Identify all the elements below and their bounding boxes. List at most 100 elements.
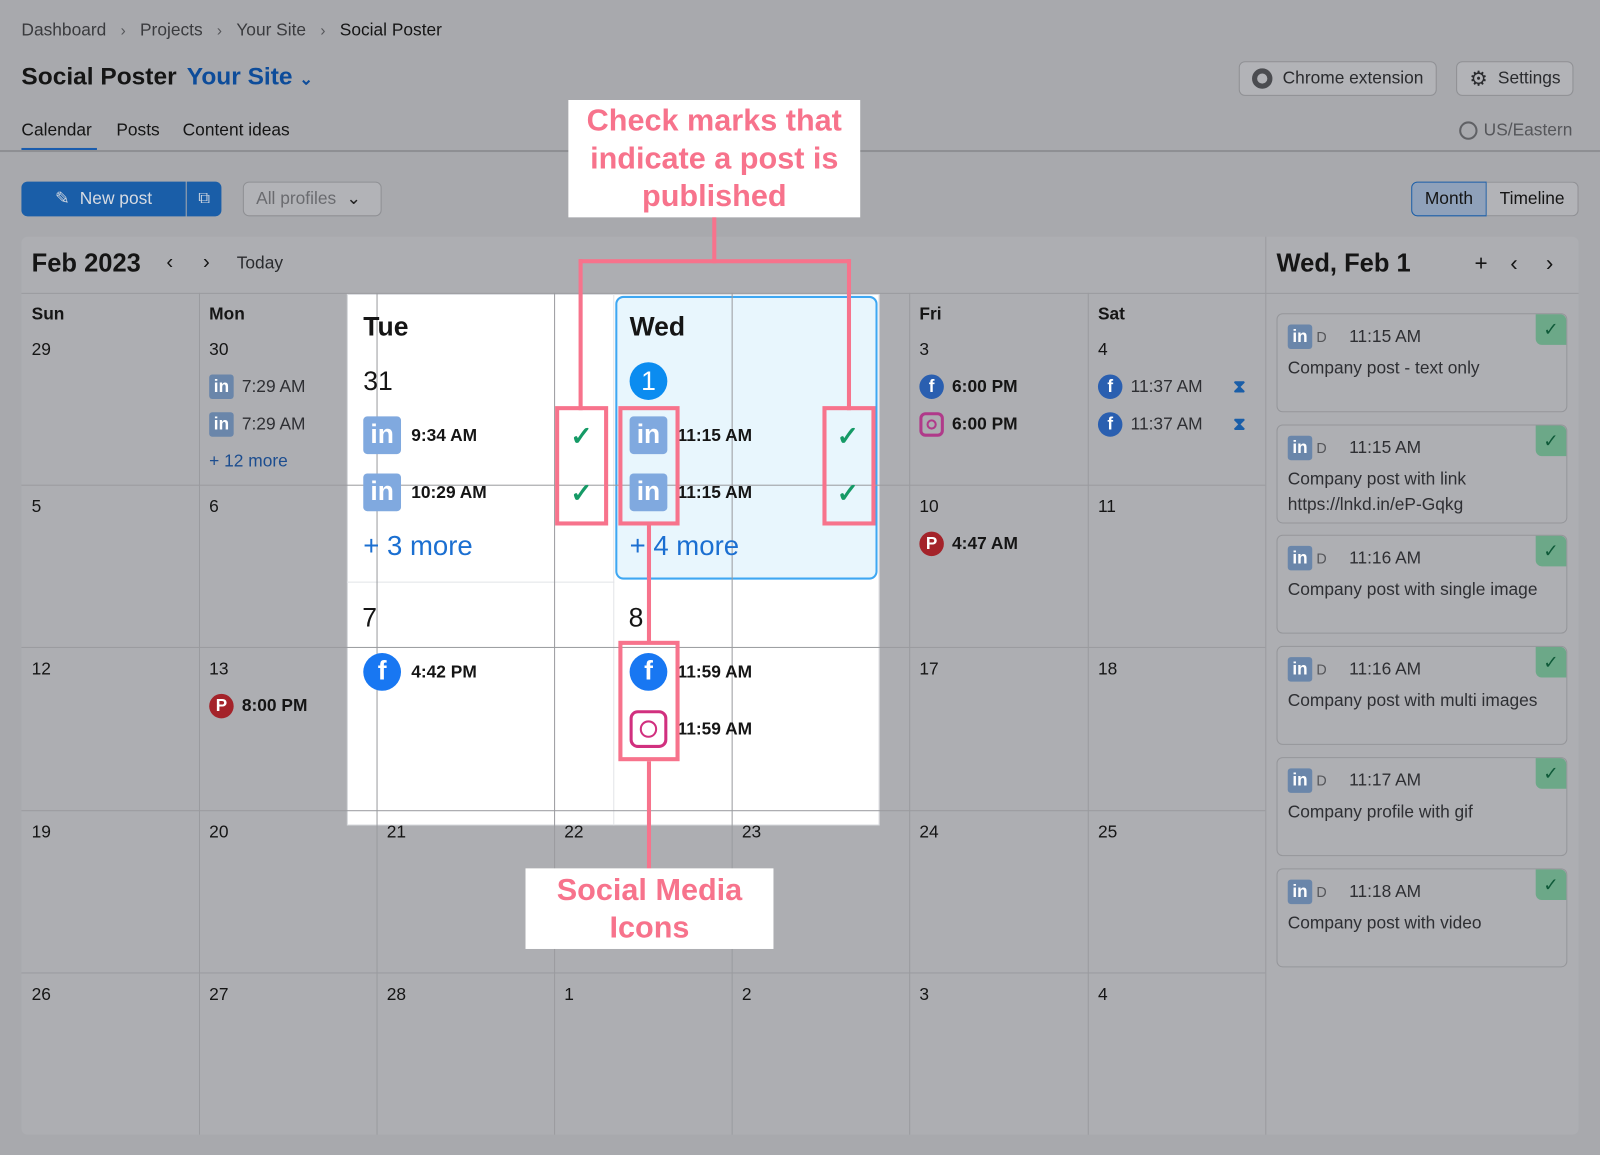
- calendar-post[interactable]: P 8:00 PM: [209, 693, 307, 719]
- popout-date[interactable]: 8: [629, 602, 644, 634]
- tab-posts[interactable]: Posts: [116, 120, 159, 140]
- day-cell-date[interactable]: 24: [919, 822, 938, 842]
- linkedin-icon: in: [1287, 657, 1313, 682]
- project-selector[interactable]: Your Site ⌄: [187, 63, 313, 92]
- published-check-icon: ✓: [1535, 757, 1567, 789]
- popout-date[interactable]: 31: [363, 365, 393, 397]
- popout-post[interactable]: in 10:29 AM: [363, 473, 487, 512]
- view-month-button[interactable]: Month: [1411, 181, 1487, 217]
- popout-col-divider: [613, 293, 615, 826]
- profiles-dropdown[interactable]: All profiles ⌄: [242, 181, 382, 217]
- grid-row-line: [21, 810, 1266, 812]
- today-date-badge[interactable]: 1: [629, 362, 668, 400]
- side-post-card[interactable]: in D 11:15 AM Company post with link https:…: [1276, 424, 1568, 524]
- side-post-card[interactable]: in D 11:16 AM Company post with single imag…: [1276, 535, 1568, 635]
- side-post-card[interactable]: in D 11:18 AM Company post with video ✓: [1276, 867, 1568, 967]
- facebook-icon: f: [363, 653, 402, 691]
- card-header: in D 11:15 AM: [1287, 324, 1421, 349]
- calendar-post[interactable]: P 4:47 AM: [919, 531, 1018, 557]
- day-cell-date[interactable]: 5: [32, 497, 42, 517]
- more-posts-link[interactable]: + 3 more: [363, 531, 473, 563]
- view-timeline-button[interactable]: Timeline: [1486, 181, 1579, 217]
- day-cell-date[interactable]: 22: [564, 822, 583, 842]
- settings-button[interactable]: ⚙ Settings: [1456, 61, 1574, 96]
- day-cell-date[interactable]: 4: [1098, 985, 1108, 1005]
- post-time: 11:16 AM: [1349, 548, 1422, 568]
- popout-date[interactable]: 7: [362, 602, 377, 634]
- add-post-button[interactable]: +: [1474, 250, 1487, 277]
- day-cell-date[interactable]: 10: [919, 497, 938, 517]
- post-text: Company post with link https://lnkd.in/e…: [1287, 469, 1467, 514]
- profile-initial: D: [1316, 772, 1327, 789]
- day-cell-date[interactable]: 12: [32, 659, 51, 679]
- weekday-fri: Fri: [919, 304, 942, 324]
- side-post-card[interactable]: in D 11:17 AM Company profile with gif ✓: [1276, 756, 1568, 856]
- day-cell-date[interactable]: 3: [919, 985, 929, 1005]
- linkedin-icon: in: [363, 473, 402, 512]
- day-cell-date[interactable]: 25: [1098, 822, 1117, 842]
- new-post-button[interactable]: ✎ New post: [21, 181, 186, 217]
- day-cell-date[interactable]: 30: [209, 340, 228, 360]
- weekday-sat: Sat: [1097, 304, 1125, 324]
- card-header: in D 11:18 AM: [1287, 879, 1421, 904]
- post-time: 9:34 AM: [411, 424, 478, 445]
- day-cell-date[interactable]: 19: [32, 822, 51, 842]
- day-cell-date[interactable]: 29: [32, 340, 51, 360]
- side-post-card[interactable]: in D 11:15 AM Company post - text only ✓: [1276, 313, 1568, 413]
- breadcrumb-projects[interactable]: Projects: [140, 20, 203, 40]
- day-cell-date[interactable]: 3: [919, 340, 929, 360]
- prev-day-button[interactable]: ‹: [1510, 250, 1517, 277]
- popout-post[interactable]: in 9:34 AM: [363, 416, 478, 455]
- day-cell-date[interactable]: 23: [742, 822, 761, 842]
- popout-row-divider: [346, 581, 615, 583]
- settings-label: Settings: [1497, 68, 1561, 88]
- instagram-lens: [926, 418, 938, 430]
- annotation-connector: [646, 525, 652, 643]
- next-day-button[interactable]: ›: [1546, 250, 1553, 277]
- side-panel-divider: [1265, 236, 1267, 1135]
- tab-calendar[interactable]: Calendar: [21, 120, 91, 140]
- day-cell-date[interactable]: 11: [1098, 497, 1116, 517]
- card-header: in D 11:16 AM: [1287, 657, 1421, 682]
- day-cell-date[interactable]: 1: [564, 985, 574, 1005]
- post-time: 11:37 AM: [1130, 376, 1203, 396]
- breadcrumb-your-site[interactable]: Your Site: [236, 20, 306, 40]
- today-button[interactable]: Today: [237, 253, 283, 273]
- profile-initial: D: [1316, 550, 1327, 567]
- calendar-post[interactable]: f 6:00 PM: [919, 374, 1018, 399]
- next-month-button[interactable]: ›: [203, 251, 210, 274]
- calendar-post[interactable]: f 11:37 AM ⧗: [1097, 374, 1246, 399]
- day-cell-date[interactable]: 17: [919, 659, 938, 679]
- chevron-right-icon: ›: [120, 21, 126, 40]
- duplicate-post-button[interactable]: ⧉: [186, 181, 222, 217]
- project-name: Your Site: [186, 63, 293, 91]
- day-cell-date[interactable]: 20: [209, 822, 228, 842]
- day-cell-date[interactable]: 28: [387, 985, 406, 1005]
- linkedin-icon: in: [1287, 435, 1313, 460]
- post-text: Company post - text only: [1287, 358, 1480, 378]
- chrome-extension-button[interactable]: Chrome extension: [1238, 61, 1437, 96]
- tab-content-ideas[interactable]: Content ideas: [183, 120, 290, 140]
- popout-post[interactable]: f 4:42 PM: [363, 653, 477, 691]
- calendar-post[interactable]: in 7:29 AM: [209, 412, 305, 437]
- calendar-post[interactable]: f 11:37 AM ⧗: [1097, 412, 1245, 437]
- side-post-card[interactable]: in D 11:16 AM Company post with multi image…: [1276, 646, 1568, 745]
- day-cell-date[interactable]: 21: [387, 822, 406, 842]
- day-cell-date[interactable]: 13: [209, 659, 228, 679]
- day-cell-date[interactable]: 4: [1098, 340, 1108, 360]
- day-cell-date[interactable]: 6: [209, 497, 219, 517]
- calendar-post[interactable]: in 7:29 AM: [209, 374, 305, 399]
- profile-initial: D: [1316, 328, 1327, 345]
- highlight-box: [618, 640, 680, 762]
- calendar-post[interactable]: 6:00 PM: [919, 412, 1018, 437]
- breadcrumb-dashboard[interactable]: Dashboard: [21, 20, 106, 40]
- day-cell-date[interactable]: 2: [742, 985, 752, 1005]
- day-cell-date[interactable]: 18: [1098, 659, 1117, 679]
- prev-month-button[interactable]: ‹: [166, 251, 173, 274]
- day-cell-date[interactable]: 27: [209, 985, 228, 1005]
- profile-initial: D: [1316, 661, 1327, 678]
- hourglass-icon: ⧗: [1233, 376, 1246, 396]
- more-posts-link[interactable]: + 12 more: [209, 451, 288, 471]
- day-cell-date[interactable]: 26: [32, 985, 51, 1005]
- timezone[interactable]: US/Eastern: [1459, 120, 1572, 140]
